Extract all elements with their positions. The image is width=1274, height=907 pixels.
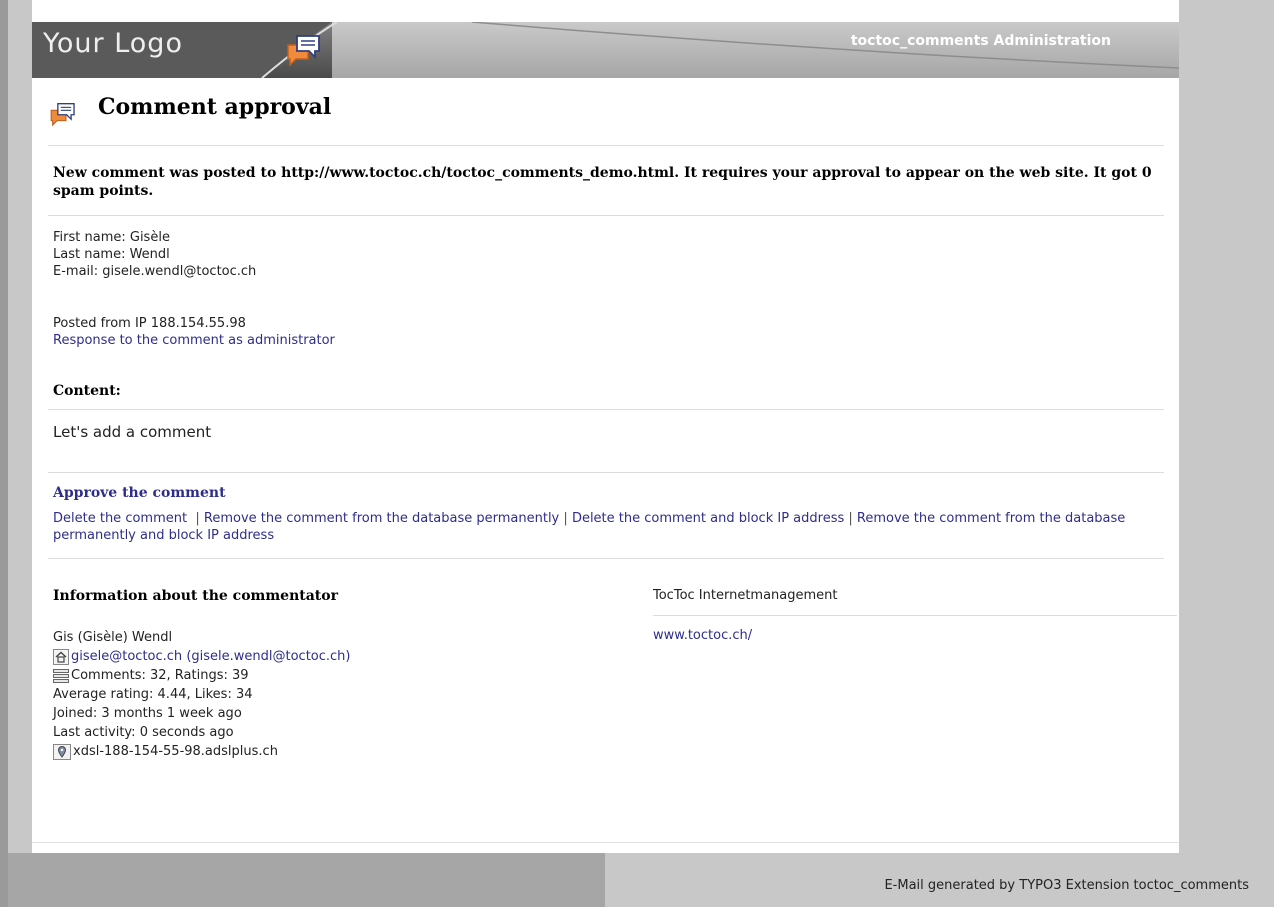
- page-title: Comment approval: [98, 94, 332, 120]
- location-icon: [53, 743, 71, 760]
- commentator-stats: Comments: 32, Ratings: 39: [71, 668, 249, 683]
- commentator-name: Gis (Gisèle) Wendl: [53, 630, 173, 645]
- divider: [48, 215, 1164, 216]
- comment-text: Let's add a comment: [53, 423, 212, 441]
- header-swoosh: [32, 22, 1179, 78]
- delete-comment-link[interactable]: Delete the comment: [53, 511, 187, 526]
- separator: |: [195, 511, 200, 526]
- remove-comment-link[interactable]: Remove the comment from the database per…: [204, 511, 559, 526]
- frame-left: [0, 0, 8, 907]
- respond-as-admin-link[interactable]: Response to the comment as administrator: [53, 333, 335, 348]
- submitter-info: First name: Gisèle Last name: Wendl E-ma…: [53, 229, 256, 280]
- comment-actions: Delete the comment | Remove the comment …: [53, 510, 1163, 544]
- commentator-heading: Information about the commentator: [53, 588, 338, 604]
- commentator-email-full-link[interactable]: (gisele.wendl@toctoc.ch): [186, 647, 350, 666]
- approval-notice: New comment was posted to http://www.toc…: [53, 165, 1152, 199]
- company-url-link[interactable]: www.toctoc.ch/: [653, 628, 752, 643]
- separator: |: [848, 511, 853, 526]
- footer-text: E-Mail generated by TYPO3 Extension toct…: [884, 878, 1249, 893]
- header: Your Logo toctoc_comments Administration: [32, 22, 1179, 78]
- comment-bubbles-icon: [50, 103, 75, 127]
- logo: Your Logo: [43, 28, 183, 59]
- content-label: Content:: [53, 383, 121, 399]
- approve-comment-link[interactable]: Approve the comment: [53, 485, 226, 501]
- commentator-last-activity: Last activity: 0 seconds ago: [53, 725, 234, 740]
- commentator-rating: Average rating: 4.44, Likes: 34: [53, 687, 253, 702]
- company-info: TocToc Internetmanagement www.toctoc.ch/: [653, 588, 1177, 643]
- first-name: First name: Gisèle: [53, 230, 170, 245]
- ip-block: Posted from IP 188.154.55.98 Response to…: [53, 315, 335, 349]
- email-container: Your Logo toctoc_comments Administration…: [32, 0, 1179, 853]
- home-icon: [53, 648, 69, 665]
- commentator-details: Gis (Gisèle) Wendl gisele@toctoc.ch (gis…: [53, 628, 613, 761]
- divider: [48, 558, 1164, 559]
- divider: [48, 472, 1164, 473]
- top-strip: [32, 0, 1179, 22]
- divider: [48, 145, 1164, 146]
- comment-bubbles-icon: [287, 35, 320, 67]
- header-title: toctoc_comments Administration: [850, 33, 1111, 49]
- posted-ip: Posted from IP 188.154.55.98: [53, 316, 246, 331]
- divider: [32, 842, 1179, 843]
- host-row: xdsl-188-154-55-98.adslplus.ch: [53, 742, 613, 761]
- commentator-info: Information about the commentator Gis (G…: [53, 588, 613, 760]
- list-icon: [53, 668, 69, 683]
- commentator-joined: Joined: 3 months 1 week ago: [53, 706, 242, 721]
- company-name: TocToc Internetmanagement: [653, 588, 838, 603]
- footer-left: [8, 853, 605, 907]
- email: E-mail: gisele.wendl@toctoc.ch: [53, 264, 257, 279]
- commentator-email-link[interactable]: gisele@toctoc.ch: [71, 647, 182, 666]
- email-row: gisele@toctoc.ch (gisele.wendl@toctoc.ch…: [53, 647, 613, 666]
- divider: [48, 409, 1164, 410]
- separator: |: [563, 511, 568, 526]
- last-name: Last name: Wendl: [53, 247, 170, 262]
- delete-block-ip-link[interactable]: Delete the comment and block IP address: [572, 511, 844, 526]
- divider: [653, 615, 1177, 616]
- commentator-host: xdsl-188-154-55-98.adslplus.ch: [73, 744, 278, 759]
- stats-row: Comments: 32, Ratings: 39: [53, 666, 613, 685]
